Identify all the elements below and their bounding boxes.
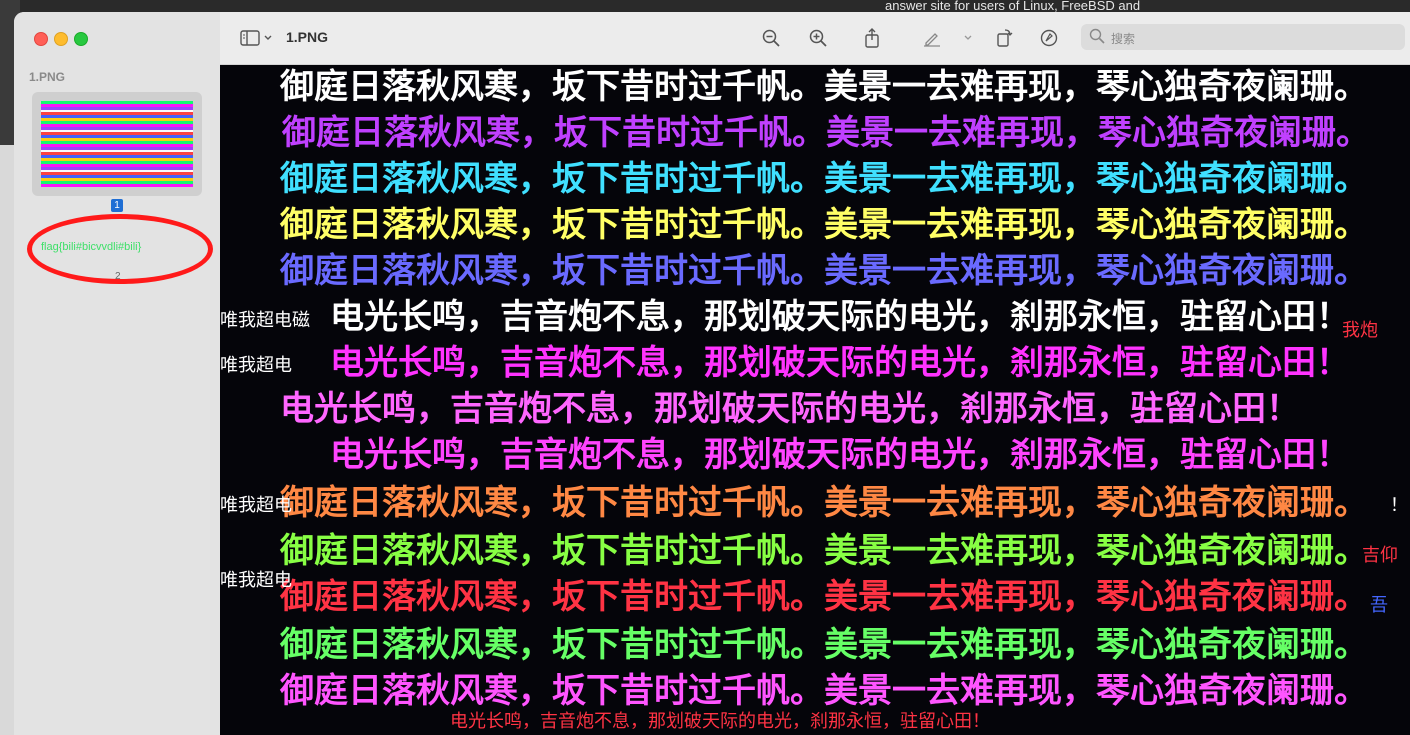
poem-line: 电光长鸣，吉音炮不息，那划破天际的电光，刹那永恒，驻留心田！ bbox=[330, 297, 1350, 337]
text-fragment: 唯我超电磁 bbox=[220, 310, 310, 331]
poem-line: 御庭日落秋风寒，坂下昔时过千帆。美景一去难再现，琴心独奇夜阑珊。 bbox=[280, 483, 1368, 523]
text-fragment: 唯我超电 bbox=[220, 355, 292, 376]
share-icon[interactable] bbox=[862, 26, 882, 50]
text-fragment: ！ bbox=[1390, 495, 1408, 516]
thumbnail-image bbox=[41, 101, 193, 187]
zoom-in-icon[interactable] bbox=[806, 26, 830, 50]
close-button[interactable] bbox=[34, 32, 48, 46]
text-fragment: 吉仰 bbox=[1362, 545, 1398, 566]
poem-line: 御庭日落秋风寒，坂下昔时过千帆。美景一去难再现，琴心独奇夜阑珊。 bbox=[280, 159, 1368, 199]
text-fragment: 吾 bbox=[1370, 595, 1388, 616]
image-content: 御庭日落秋风寒，坂下昔时过千帆。美景一去难再现，琴心独奇夜阑珊。 御庭日落秋风寒… bbox=[220, 65, 1410, 735]
poem-line: 御庭日落秋风寒，坂下昔时过千帆。美景一去难再现，琴心独奇夜阑珊。 bbox=[280, 531, 1368, 571]
poem-line: 御庭日落秋风寒，坂下昔时过千帆。美景一去难再现，琴心独奇夜阑珊。 bbox=[282, 113, 1370, 153]
search-icon bbox=[1089, 28, 1105, 48]
document-title: 1.PNG bbox=[286, 29, 329, 45]
poem-line: 御庭日落秋风寒，坂下昔时过千帆。美景一去难再现，琴心独奇夜阑珊。 bbox=[280, 577, 1368, 617]
chevron-down-icon-2[interactable] bbox=[962, 26, 974, 50]
poem-line: 电光长鸣，吉音炮不息，那划破天际的电光，刹那永恒，驻留心田！ bbox=[280, 389, 1300, 429]
search-placeholder: 搜索 bbox=[1111, 32, 1136, 46]
toolbar: 1.PNG 搜索 bbox=[220, 12, 1410, 65]
text-fragment: 我炮 bbox=[1342, 320, 1378, 341]
page-thumbnail-1[interactable] bbox=[32, 92, 202, 196]
markup-pen-icon[interactable] bbox=[921, 26, 943, 50]
fullscreen-button[interactable] bbox=[74, 32, 88, 46]
page-number-2: 2 bbox=[115, 271, 121, 282]
zoom-out-icon[interactable] bbox=[759, 26, 783, 50]
sidebar: 1.PNG 1 flag{bili#bicvvdli#bili} 2 bbox=[14, 12, 221, 735]
preview-window: 1.PNG 1 flag{bili#bicvvdli#bili} 2 1.PNG bbox=[14, 12, 1410, 735]
chevron-down-icon[interactable] bbox=[262, 26, 274, 50]
text-fragment: 唯我超电 bbox=[220, 495, 292, 516]
poem-line: 电光长鸣，吉音炮不息，那划破天际的电光，刹那永恒，驻留心田！ bbox=[330, 435, 1350, 475]
minimize-button[interactable] bbox=[54, 32, 68, 46]
poem-line: 御庭日落秋风寒，坂下昔时过千帆。美景一去难再现，琴心独奇夜阑珊。 bbox=[280, 671, 1368, 711]
page-number-badge: 1 bbox=[111, 199, 123, 212]
poem-line-small: 电光长鸣，吉音炮不息，那划破天际的电光，刹那永恒，驻留心田！ bbox=[450, 711, 990, 732]
poem-line: 电光长鸣，吉音炮不息，那划破天际的电光，刹那永恒，驻留心田！ bbox=[330, 343, 1350, 383]
poem-line: 御庭日落秋风寒，坂下昔时过千帆。美景一去难再现，琴心独奇夜阑珊。 bbox=[280, 251, 1368, 291]
poem-line: 御庭日落秋风寒，坂下昔时过千帆。美景一去难再现，琴心独奇夜阑珊。 bbox=[280, 205, 1368, 245]
poem-line: 御庭日落秋风寒，坂下昔时过千帆。美景一去难再现，琴心独奇夜阑珊。 bbox=[280, 67, 1368, 107]
sidebar-toggle-icon[interactable] bbox=[238, 26, 262, 50]
text-fragment: 唯我超电 bbox=[220, 570, 292, 591]
search-field[interactable]: 搜索 bbox=[1081, 24, 1405, 50]
sidebar-file-label: 1.PNG bbox=[29, 70, 66, 84]
markup-circle-icon[interactable] bbox=[1038, 26, 1060, 50]
rotate-icon[interactable] bbox=[993, 26, 1015, 50]
poem-line: 御庭日落秋风寒，坂下昔时过千帆。美景一去难再现，琴心独奇夜阑珊。 bbox=[280, 625, 1368, 665]
